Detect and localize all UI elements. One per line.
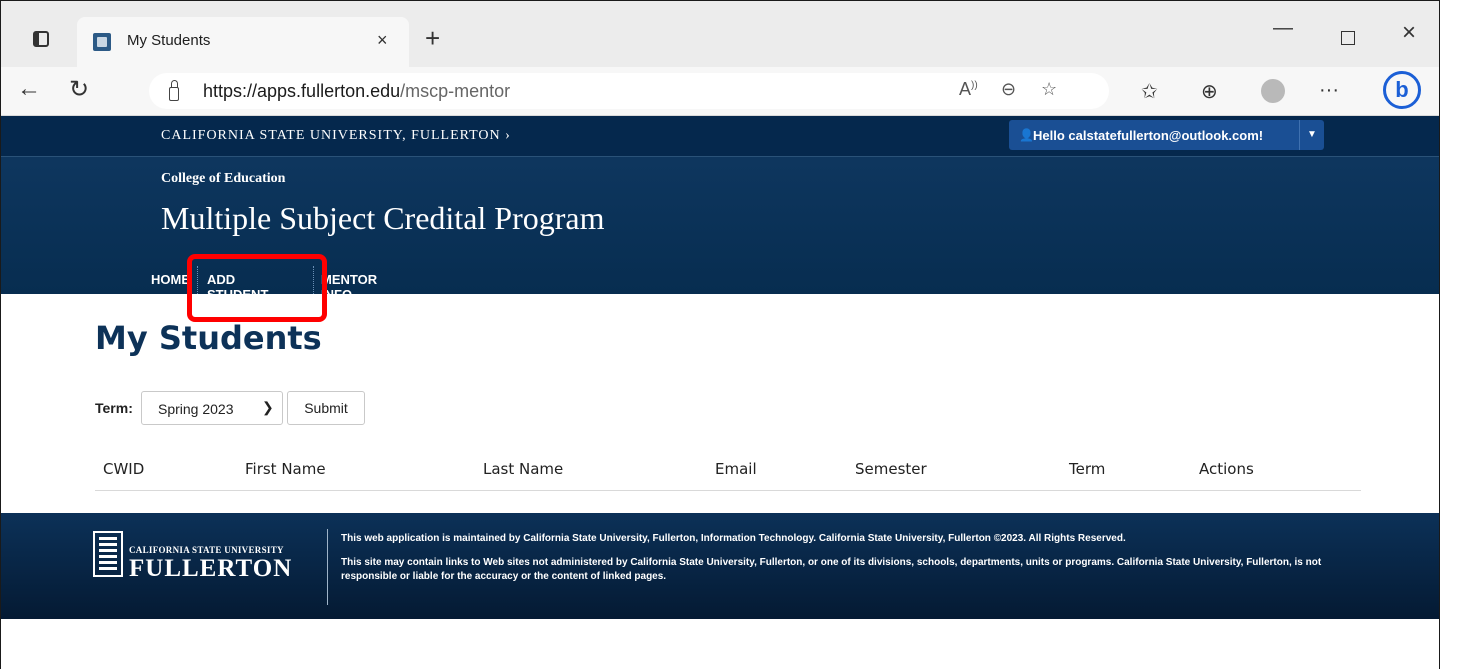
refresh-icon[interactable]: ↻: [69, 75, 89, 104]
column-header: Term: [1069, 460, 1106, 478]
footer-disclaimer-text: This site may contain links to Web sites…: [341, 557, 1322, 582]
footer-logo-top: CALIFORNIA STATE UNIVERSITY: [129, 545, 284, 555]
zoom-out-icon[interactable]: ⊖: [1001, 79, 1016, 100]
user-icon: 👤: [1019, 128, 1034, 142]
tab-my-students[interactable]: My Students ×: [77, 17, 409, 67]
url-text[interactable]: https://apps.fullerton.edu/mscp-mentor: [203, 81, 510, 102]
site-footer: CALIFORNIA STATE UNIVERSITY FULLERTON Th…: [1, 513, 1439, 619]
program-title: Multiple Subject Credital Program: [161, 200, 605, 236]
submit-button[interactable]: Submit: [287, 391, 365, 425]
user-greeting: Hello calstatefullerton@outlook.com!: [1033, 128, 1264, 143]
tab-actions-icon[interactable]: [33, 31, 49, 47]
term-select[interactable]: Spring 2023 ❯: [141, 391, 283, 425]
back-arrow-icon[interactable]: ←: [17, 75, 41, 103]
add-favorite-icon[interactable]: ☆: [1041, 79, 1057, 100]
browser-window: My Students × + — × ← ↻ https://apps.ful…: [0, 0, 1440, 669]
new-tab-icon[interactable]: +: [425, 23, 440, 54]
bing-icon[interactable]: b: [1383, 71, 1421, 109]
profile-avatar[interactable]: [1261, 79, 1285, 103]
more-options-icon[interactable]: ···: [1319, 79, 1339, 102]
lock-icon[interactable]: [169, 80, 179, 101]
page-title: My Students: [95, 319, 322, 357]
column-header: Actions: [1199, 460, 1254, 478]
column-header: CWID: [103, 460, 145, 478]
university-link[interactable]: CALIFORNIA STATE UNIVERSITY, FULLERTON ›: [161, 128, 511, 144]
chevron-down-icon: ❯: [262, 399, 274, 415]
maximize-icon[interactable]: [1341, 31, 1355, 45]
nav-home[interactable]: HOME: [151, 272, 190, 287]
read-aloud-icon[interactable]: A)): [959, 79, 978, 100]
close-window-icon[interactable]: ×: [1402, 19, 1416, 47]
user-menu-caret-icon[interactable]: ▼: [1299, 120, 1324, 150]
college-name: College of Education: [161, 171, 286, 186]
column-header: Email: [715, 460, 757, 478]
term-label: Term:: [95, 400, 133, 416]
browser-toolbar: ← ↻ https://apps.fullerton.edu/mscp-ment…: [1, 67, 1439, 116]
csuf-logo-icon: [93, 531, 123, 577]
column-header: Last Name: [483, 460, 564, 478]
footer-maintenance-text: This web application is maintained by Ca…: [341, 533, 1126, 544]
column-header: Semester: [855, 460, 927, 478]
address-bar[interactable]: https://apps.fullerton.edu/mscp-mentor A…: [149, 73, 1109, 109]
favorites-icon[interactable]: ✩: [1141, 79, 1158, 104]
column-header: First Name: [245, 460, 326, 478]
collections-icon[interactable]: ⊕: [1201, 79, 1218, 104]
footer-divider: [327, 529, 328, 605]
title-bar: My Students × + — ×: [1, 1, 1439, 67]
university-strip: CALIFORNIA STATE UNIVERSITY, FULLERTON ›…: [1, 116, 1439, 157]
favicon-icon: [93, 33, 111, 51]
tab-title: My Students: [127, 32, 211, 49]
user-menu-button[interactable]: 👤 Hello calstatefullerton@outlook.com!: [1009, 120, 1299, 150]
students-table-header: CWID First Name Last Name Email Semester…: [95, 460, 1361, 491]
minimize-icon[interactable]: —: [1273, 17, 1293, 40]
term-select-value: Spring 2023: [158, 401, 234, 417]
footer-logo-bottom: FULLERTON: [129, 555, 293, 582]
nav-mentor-info[interactable]: MENTOR INFO: [321, 272, 377, 302]
tab-close-icon[interactable]: ×: [377, 30, 388, 51]
highlight-box: [187, 254, 327, 322]
